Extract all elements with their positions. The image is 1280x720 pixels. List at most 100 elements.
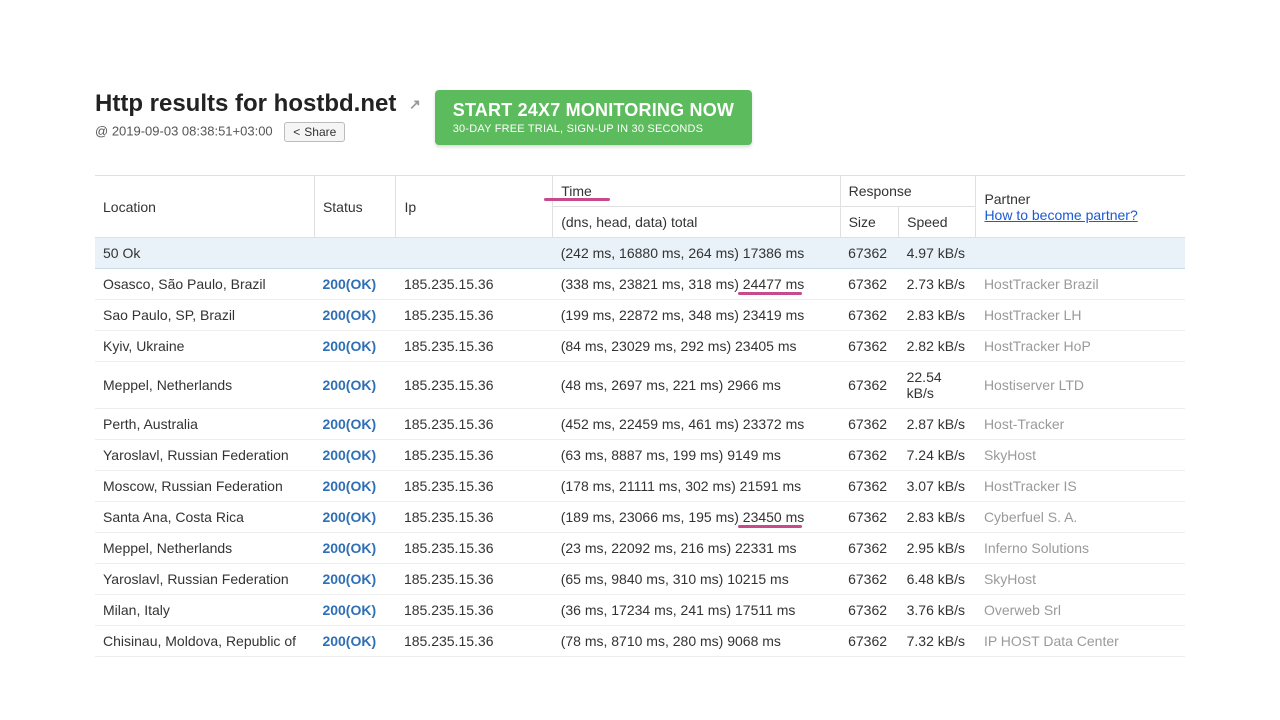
cell-time: (36 ms, 17234 ms, 241 ms) 17511 ms: [553, 595, 840, 626]
cell-speed: 3.76 kB/s: [899, 595, 976, 626]
cell-speed: 2.83 kB/s: [899, 502, 976, 533]
summary-size: 67362: [840, 238, 899, 269]
cell-location: Perth, Australia: [95, 409, 314, 440]
cell-ip: 185.235.15.36: [396, 440, 553, 471]
cell-size: 67362: [840, 362, 899, 409]
cell-ip: 185.235.15.36: [396, 362, 553, 409]
cell-ip: 185.235.15.36: [396, 564, 553, 595]
cell-speed: 2.83 kB/s: [899, 300, 976, 331]
cell-time: (199 ms, 22872 ms, 348 ms) 23419 ms: [553, 300, 840, 331]
cell-partner: Inferno Solutions: [976, 533, 1185, 564]
cell-partner: HostTracker HoP: [976, 331, 1185, 362]
status-badge: 200(OK): [322, 338, 376, 354]
cell-ip: 185.235.15.36: [396, 269, 553, 300]
cell-location: Yaroslavl, Russian Federation: [95, 564, 314, 595]
cell-location: Yaroslavl, Russian Federation: [95, 440, 314, 471]
cell-status: 200(OK): [314, 595, 396, 626]
table-row: Sao Paulo, SP, Brazil200(OK)185.235.15.3…: [95, 300, 1185, 331]
col-speed: Speed: [899, 207, 976, 238]
cell-location: Kyiv, Ukraine: [95, 331, 314, 362]
page-subtitle: @ 2019-09-03 08:38:51+03:00 < Share: [95, 122, 421, 142]
table-row: Yaroslavl, Russian Federation 200(OK) 185.…: [95, 564, 1185, 595]
cell-partner: SkyHost: [976, 564, 1185, 595]
cell-speed: 2.95 kB/s: [899, 533, 976, 564]
cell-location: Osasco, São Paulo, Brazil: [95, 269, 314, 300]
cell-partner: HostTracker IS: [976, 471, 1185, 502]
summary-speed: 4.97 kB/s: [899, 238, 976, 269]
cell-status: 200(OK): [314, 269, 396, 300]
cell-speed: 2.73 kB/s: [899, 269, 976, 300]
cell-partner: Host-Tracker: [976, 409, 1185, 440]
share-label: Share: [304, 125, 336, 139]
cell-status: 200(OK): [314, 471, 396, 502]
cell-status: 200(OK): [314, 300, 396, 331]
cell-speed: 7.24 kB/s: [899, 440, 976, 471]
cell-ip: 185.235.15.36: [396, 626, 553, 657]
cell-size: 67362: [840, 269, 899, 300]
cell-time: (78 ms, 8710 ms, 280 ms) 9068 ms: [553, 626, 840, 657]
cell-partner: SkyHost: [976, 440, 1185, 471]
status-badge: 200(OK): [322, 633, 376, 649]
col-partner: Partner How to become partner?: [976, 176, 1185, 238]
status-badge: 200(OK): [322, 377, 376, 393]
cell-time: (63 ms, 8887 ms, 199 ms) 9149 ms: [553, 440, 840, 471]
cell-time: (65 ms, 9840 ms, 310 ms) 10215 ms: [553, 564, 840, 595]
status-badge: 200(OK): [322, 571, 376, 587]
col-location: Location: [95, 176, 314, 238]
cell-ip: 185.235.15.36: [396, 595, 553, 626]
cell-size: 67362: [840, 595, 899, 626]
cell-location: Moscow, Russian Federation: [95, 471, 314, 502]
cell-size: 67362: [840, 564, 899, 595]
cell-time: (189 ms, 23066 ms, 195 ms) 23450 ms: [553, 502, 840, 533]
status-badge: 200(OK): [322, 602, 376, 618]
status-badge: 200(OK): [322, 447, 376, 463]
cell-location: Milan, Italy: [95, 595, 314, 626]
cell-ip: 185.235.15.36: [396, 331, 553, 362]
cell-size: 67362: [840, 331, 899, 362]
timestamp: 2019-09-03 08:38:51+03:00: [112, 123, 273, 138]
table-row: Osasco, São Paulo, Brazil200(OK)185.235.…: [95, 269, 1185, 300]
share-button[interactable]: < Share: [284, 122, 345, 142]
status-badge: 200(OK): [322, 307, 376, 323]
cell-status: 200(OK): [314, 362, 396, 409]
cell-partner: Hostiserver LTD: [976, 362, 1185, 409]
cell-time: (84 ms, 23029 ms, 292 ms) 23405 ms: [553, 331, 840, 362]
summary-time: (242 ms, 16880 ms, 264 ms) 17386 ms: [553, 238, 840, 269]
cell-location: Sao Paulo, SP, Brazil: [95, 300, 314, 331]
external-link-icon[interactable]: ↗: [409, 96, 421, 113]
summary-status: 50 Ok: [95, 238, 553, 269]
cell-partner: Overweb Srl: [976, 595, 1185, 626]
col-status: Status: [314, 176, 396, 238]
col-time-sub: (dns, head, data) total: [553, 207, 840, 238]
cell-speed: 6.48 kB/s: [899, 564, 976, 595]
start-monitoring-button[interactable]: START 24X7 MONITORING NOW 30-DAY FREE TR…: [435, 90, 752, 145]
cell-partner: Cyberfuel S. A.: [976, 502, 1185, 533]
cell-location: Santa Ana, Costa Rica: [95, 502, 314, 533]
page-header: Http results for hostbd.net ↗ @ 2019-09-…: [95, 90, 1185, 145]
page-title: Http results for hostbd.net ↗: [95, 90, 421, 118]
become-partner-link[interactable]: How to become partner?: [984, 207, 1137, 223]
cell-ip: 185.235.15.36: [396, 471, 553, 502]
cell-location: Chisinau, Moldova, Republic of: [95, 626, 314, 657]
cell-status: 200(OK): [314, 409, 396, 440]
cell-size: 67362: [840, 533, 899, 564]
col-time: Time: [553, 176, 840, 207]
table-row: Meppel, Netherlands200(OK)185.235.15.36(…: [95, 362, 1185, 409]
cell-status: 200(OK): [314, 502, 396, 533]
status-badge: 200(OK): [322, 540, 376, 556]
summary-row: 50 Ok (242 ms, 16880 ms, 264 ms) 17386 m…: [95, 238, 1185, 269]
cell-status: 200(OK): [314, 564, 396, 595]
cell-speed: 2.82 kB/s: [899, 331, 976, 362]
cell-time: (23 ms, 22092 ms, 216 ms) 22331 ms: [553, 533, 840, 564]
cell-size: 67362: [840, 471, 899, 502]
status-badge: 200(OK): [322, 478, 376, 494]
col-size: Size: [840, 207, 899, 238]
cell-size: 67362: [840, 440, 899, 471]
cell-speed: 7.32 kB/s: [899, 626, 976, 657]
cta-title: START 24X7 MONITORING NOW: [453, 100, 734, 121]
table-row: Yaroslavl, Russian Federation 200(OK) 185.…: [95, 440, 1185, 471]
table-row: Perth, Australia200(OK)185.235.15.36(452…: [95, 409, 1185, 440]
table-row: Kyiv, Ukraine 200(OK) 185.235.15.36(84 ms,…: [95, 331, 1185, 362]
cell-time: (48 ms, 2697 ms, 221 ms) 2966 ms: [553, 362, 840, 409]
cell-partner: IP HOST Data Center: [976, 626, 1185, 657]
